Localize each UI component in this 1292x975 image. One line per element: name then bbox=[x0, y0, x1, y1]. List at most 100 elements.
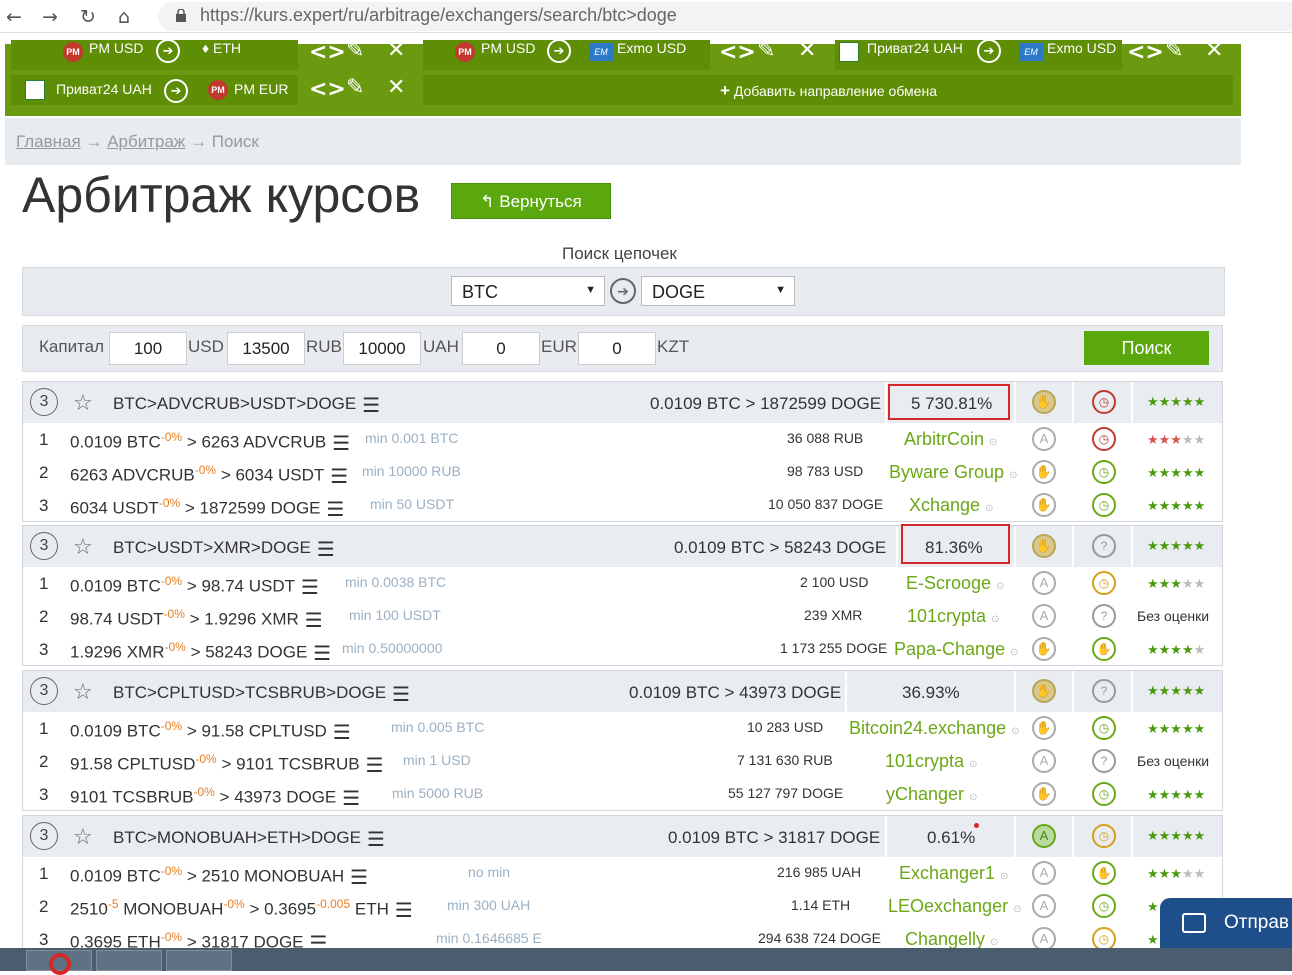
menu-icon[interactable]: ☰ bbox=[395, 900, 413, 920]
clock-icon: ◷ bbox=[1092, 427, 1116, 451]
breadcrumb-home[interactable]: Главная bbox=[16, 132, 81, 151]
pm-icon: PM bbox=[208, 80, 228, 100]
arrow-right-icon: ➔ bbox=[156, 39, 180, 63]
direction-to[interactable]: PM EUR bbox=[234, 81, 288, 97]
menu-icon[interactable]: ☰ bbox=[313, 643, 331, 663]
menu-icon[interactable]: ☰ bbox=[333, 722, 351, 742]
from-currency-select[interactable]: BTC ▼ bbox=[451, 276, 605, 306]
menu-icon[interactable]: ☰ bbox=[362, 395, 380, 415]
direction-from[interactable]: Приват24 UAH bbox=[56, 81, 152, 97]
menu-icon[interactable]: ☰ bbox=[392, 684, 410, 704]
currency-label: RUB bbox=[306, 337, 342, 356]
capital-rub-input[interactable]: 13500 bbox=[227, 332, 305, 365]
exchanger-link[interactable]: ArbitrCoin ⊙ bbox=[904, 429, 997, 450]
menu-icon[interactable]: ☰ bbox=[367, 829, 385, 849]
direction-from[interactable]: PM USD bbox=[89, 40, 143, 56]
swap-icon[interactable]: <> bbox=[719, 40, 756, 65]
min-amount: min 100 USDT bbox=[349, 607, 441, 623]
swap-icon[interactable]: <> bbox=[1127, 40, 1164, 65]
exchanger-link[interactable]: yChanger ⊙ bbox=[886, 784, 977, 805]
close-icon[interactable]: ✕ bbox=[387, 75, 405, 100]
exchanger-link[interactable]: Bitcoin24.exchange ⊙ bbox=[849, 718, 1020, 739]
min-amount: min 0.1646685 E bbox=[436, 930, 542, 946]
step-text: 9101 TCSBRUB-0% > 43973 DOGE ☰ bbox=[70, 785, 361, 811]
clock-icon: ◷ bbox=[1092, 824, 1116, 848]
exchanger-link[interactable]: E-Scrooge ⊙ bbox=[906, 573, 1004, 594]
chain-group: 3 ☆ BTC>CPLTUSD>TCSBRUB>DOGE ☰ 0.0109 BTC… bbox=[22, 670, 1223, 811]
back-button[interactable]: ↰ Вернуться bbox=[451, 183, 611, 219]
menu-icon[interactable]: ☰ bbox=[366, 755, 384, 775]
search-button[interactable]: Поиск bbox=[1084, 331, 1209, 365]
swap-icon[interactable]: <> bbox=[309, 40, 346, 65]
step-number: 2 bbox=[39, 607, 49, 626]
taskbar-opera-icon[interactable] bbox=[26, 950, 92, 975]
direction-from[interactable]: Приват24 UAH bbox=[867, 40, 963, 56]
star-icon[interactable]: ☆ bbox=[73, 679, 93, 705]
exchanger-link[interactable]: 101crypta ⊙ bbox=[907, 606, 999, 627]
add-direction-button[interactable]: + Добавить направление обмена bbox=[720, 81, 937, 101]
exchanger-link[interactable]: Byware Group ⊙ bbox=[889, 462, 1017, 483]
star-icon[interactable]: ☆ bbox=[73, 390, 93, 416]
menu-icon[interactable]: ☰ bbox=[330, 466, 348, 486]
clock-icon: ◷ bbox=[1092, 390, 1116, 414]
home-icon[interactable]: ⌂ bbox=[118, 6, 130, 28]
menu-icon[interactable]: ☰ bbox=[301, 577, 319, 597]
reserve: 2 100 USD bbox=[800, 574, 869, 590]
menu-icon[interactable]: ☰ bbox=[350, 867, 368, 887]
edit-icon[interactable]: ✎ bbox=[1165, 38, 1183, 63]
menu-icon[interactable]: ☰ bbox=[317, 539, 335, 559]
currency-label: USD bbox=[188, 337, 224, 356]
chain-header: 3 ☆ BTC>CPLTUSD>TCSBRUB>DOGE ☰ 0.0109 BTC… bbox=[23, 671, 1222, 712]
edit-icon[interactable]: ✎ bbox=[757, 38, 775, 63]
back-icon[interactable]: ← bbox=[6, 6, 22, 28]
reload-icon[interactable]: ↻ bbox=[80, 6, 96, 28]
exchanger-link[interactable]: Papa-Change ⊙ bbox=[894, 639, 1019, 660]
capital-eur-input[interactable]: 0 bbox=[462, 332, 540, 365]
exchanger-link[interactable]: Exchanger1 ⊙ bbox=[899, 863, 1008, 884]
exchanger-link[interactable]: Xchange ⊙ bbox=[909, 495, 993, 516]
exchanger-link[interactable]: LEOexchanger ⊙ bbox=[888, 896, 1021, 917]
chain-title: BTC>CPLTUSD>TCSBRUB>DOGE ☰ bbox=[113, 681, 411, 706]
menu-icon[interactable]: ☰ bbox=[305, 610, 323, 630]
capital-uah-input[interactable]: 10000 bbox=[343, 332, 421, 365]
edit-icon[interactable]: ✎ bbox=[346, 75, 364, 100]
swap-icon[interactable]: <> bbox=[309, 77, 346, 102]
close-icon[interactable]: ✕ bbox=[387, 38, 405, 63]
direction-from[interactable]: PM USD bbox=[481, 40, 535, 56]
rating-stars: ★★★★★ bbox=[1147, 642, 1206, 657]
exchanger-link[interactable]: Changelly ⊙ bbox=[905, 929, 998, 950]
to-currency-select[interactable]: DOGE ▼ bbox=[641, 276, 795, 306]
star-icon[interactable]: ☆ bbox=[73, 824, 93, 850]
min-amount: min 10000 RUB bbox=[362, 463, 461, 479]
breadcrumb-arbitrage[interactable]: Арбитраж bbox=[107, 132, 185, 151]
menu-icon[interactable]: ☰ bbox=[327, 499, 345, 519]
chain-group: 3 ☆ BTC>ADVCRUB>USDT>DOGE ☰ 0.0109 BTC > … bbox=[22, 381, 1223, 522]
chain-header: 3 ☆ BTC>USDT>XMR>DOGE ☰ 0.0109 BTC > 5824… bbox=[23, 524, 1222, 567]
exchanger-link[interactable]: 101crypta ⊙ bbox=[885, 751, 977, 772]
direction-to[interactable]: Exmo USD bbox=[617, 40, 686, 56]
forward-icon[interactable]: → bbox=[42, 6, 58, 28]
reserve: 239 XMR bbox=[804, 607, 863, 623]
clock-icon: ◷ bbox=[1092, 894, 1116, 918]
direction-to[interactable]: Exmo USD bbox=[1047, 40, 1116, 56]
taskbar-app-icon[interactable] bbox=[96, 950, 162, 971]
capital-label: Капитал bbox=[39, 337, 105, 356]
menu-icon[interactable]: ☰ bbox=[342, 788, 360, 808]
star-icon[interactable]: ☆ bbox=[73, 534, 93, 560]
reserve: 36 088 RUB bbox=[787, 430, 864, 446]
close-icon[interactable]: ✕ bbox=[798, 38, 816, 63]
send-message-button[interactable]: Отправ bbox=[1160, 898, 1292, 950]
capital-usd-input[interactable]: 100 bbox=[109, 332, 187, 365]
divider bbox=[1131, 526, 1133, 567]
capital-kzt-input[interactable]: 0 bbox=[578, 332, 656, 365]
menu-icon[interactable]: ☰ bbox=[332, 433, 350, 453]
edit-icon[interactable]: ✎ bbox=[346, 38, 364, 63]
taskbar-app-icon[interactable] bbox=[166, 950, 232, 971]
step-text: 0.0109 BTC-0% > 2510 MONOBUAH ☰ bbox=[70, 864, 369, 890]
step-number: 3 bbox=[39, 930, 49, 949]
direction-to[interactable]: ♦ ETH bbox=[202, 40, 241, 56]
hand-icon: ✋ bbox=[1032, 716, 1056, 740]
breadcrumb-text: Главная → Арбитраж → Поиск bbox=[16, 132, 259, 151]
menu-icon[interactable]: ☰ bbox=[310, 933, 328, 953]
close-icon[interactable]: ✕ bbox=[1205, 38, 1223, 63]
